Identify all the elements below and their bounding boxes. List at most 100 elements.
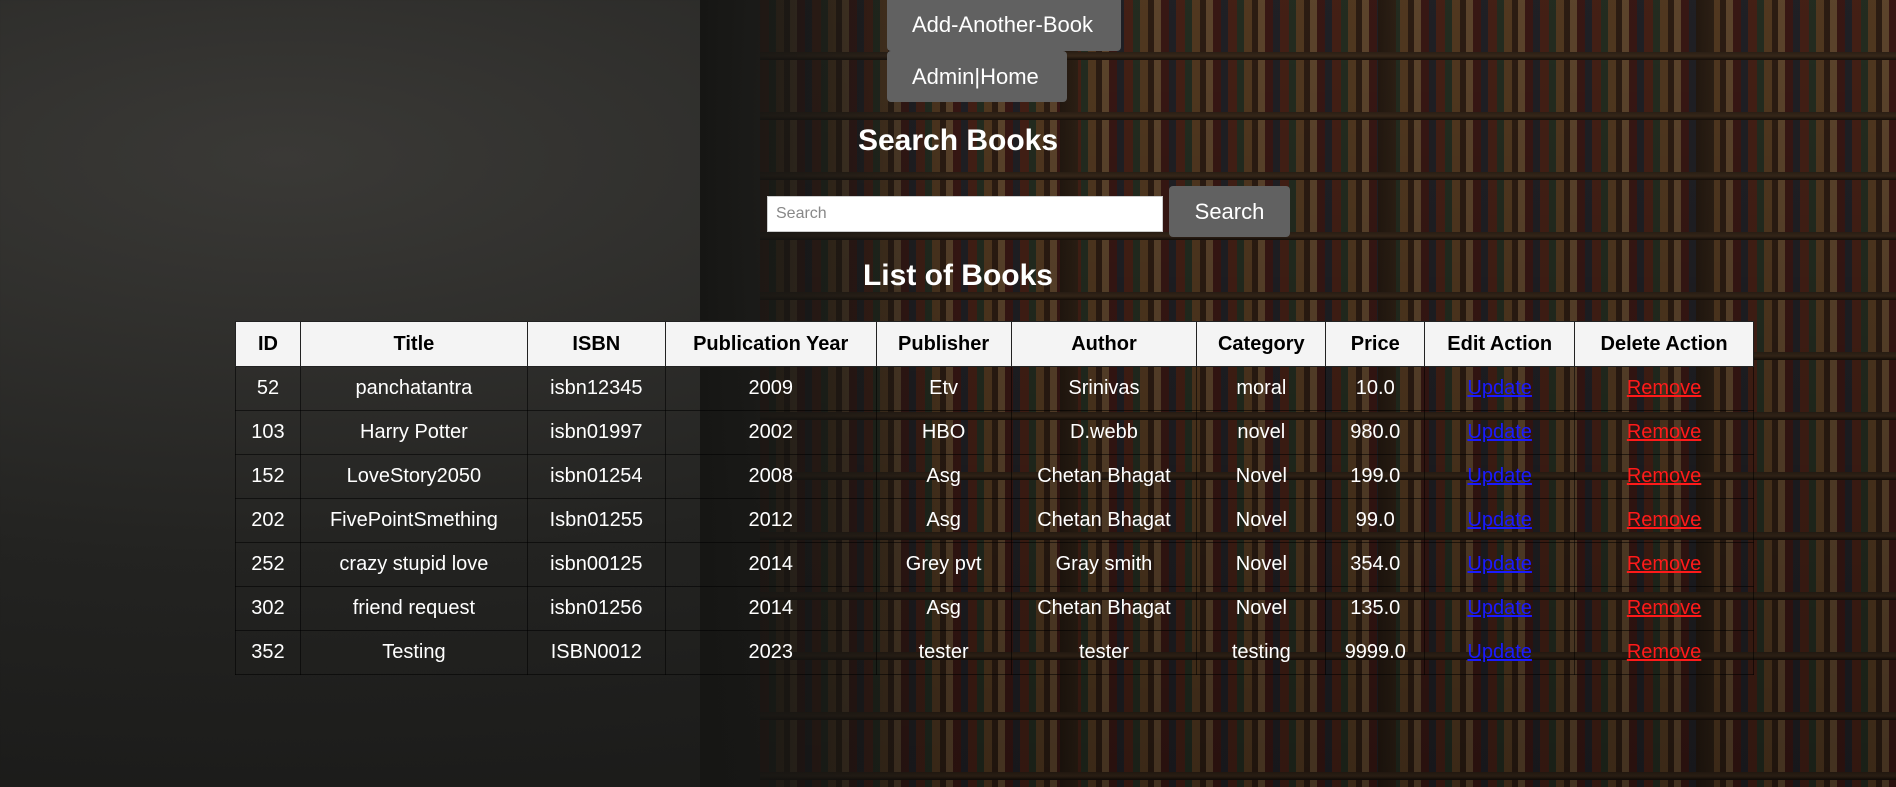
remove-link[interactable]: Remove [1627,553,1701,575]
column-header: ID [235,321,301,367]
cell-title: panchatantra [299,366,528,411]
cell-author: D.webb [1010,410,1198,455]
remove-link[interactable]: Remove [1627,465,1701,487]
table-row: 152 LoveStory2050 isbn01254 2008 Asg Chetan B… [235,454,1754,499]
cell-edit-action: Update [1424,366,1576,411]
column-header: Edit Action [1424,321,1576,367]
table-row: 52 panchatantra isbn12345 2009 Etv Srinivas mo… [235,366,1754,411]
update-link[interactable]: Update [1467,377,1532,399]
cell-author: Chetan Bhagat [1010,454,1198,499]
remove-link[interactable]: Remove [1627,597,1701,619]
column-header: Publication Year [664,321,877,367]
remove-link[interactable]: Remove [1627,509,1701,531]
cell-publisher: HBO [875,410,1012,455]
cell-isbn: isbn12345 [526,366,666,411]
cell-category: Novel [1196,586,1327,631]
column-header: Title [299,321,528,367]
cell-id: 52 [235,366,301,411]
cell-id: 202 [235,498,301,543]
cell-isbn: isbn01997 [526,410,666,455]
update-link[interactable]: Update [1467,641,1532,663]
cell-author: Chetan Bhagat [1010,498,1198,543]
cell-id: 252 [235,542,301,587]
search-button[interactable]: Search [1169,186,1290,237]
cell-year: 2012 [664,498,877,543]
cell-year: 2014 [664,542,877,587]
cell-year: 2002 [664,410,877,455]
cell-publisher: tester [875,630,1012,675]
cell-delete-action: Remove [1574,630,1754,675]
cell-delete-action: Remove [1574,366,1754,411]
cell-publisher: Etv [875,366,1012,411]
add-another-book-button[interactable]: Add-Another-Book [887,0,1121,51]
cell-delete-action: Remove [1574,498,1754,543]
cell-price: 99.0 [1325,498,1426,543]
search-books-heading: Search Books [857,124,1059,157]
cell-isbn: isbn00125 [526,542,666,587]
cell-isbn: isbn01254 [526,454,666,499]
cell-author: tester [1010,630,1198,675]
books-table: ID Title ISBN Publication Year Publisher Auth… [235,321,1754,675]
admin-home-button[interactable]: Admin|Home [887,51,1067,102]
cell-delete-action: Remove [1574,410,1754,455]
cell-edit-action: Update [1424,410,1576,455]
cell-publisher: Asg [875,454,1012,499]
cell-delete-action: Remove [1574,586,1754,631]
cell-year: 2023 [664,630,877,675]
cell-edit-action: Update [1424,586,1576,631]
column-header: Category [1196,321,1327,367]
cell-publisher: Asg [875,586,1012,631]
cell-category: moral [1196,366,1327,411]
cell-publisher: Grey pvt [875,542,1012,587]
table-row: 352 Testing ISBN0012 2023 tester tester testin… [235,630,1754,675]
cell-price: 135.0 [1325,586,1426,631]
cell-edit-action: Update [1424,498,1576,543]
column-header: Publisher [875,321,1012,367]
cell-author: Chetan Bhagat [1010,586,1198,631]
cell-price: 980.0 [1325,410,1426,455]
cell-price: 354.0 [1325,542,1426,587]
cell-year: 2008 [664,454,877,499]
update-link[interactable]: Update [1467,421,1532,443]
column-header: Price [1325,321,1426,367]
column-header: Author [1010,321,1198,367]
cell-id: 302 [235,586,301,631]
cell-id: 103 [235,410,301,455]
cell-category: Novel [1196,454,1327,499]
cell-title: Testing [299,630,528,675]
cell-year: 2014 [664,586,877,631]
cell-title: friend request [299,586,528,631]
remove-link[interactable]: Remove [1627,641,1701,663]
update-link[interactable]: Update [1467,597,1532,619]
cell-title: FivePointSmething [299,498,528,543]
list-of-books-heading: List of Books [862,259,1053,292]
cell-delete-action: Remove [1574,454,1754,499]
update-link[interactable]: Update [1467,465,1532,487]
remove-link[interactable]: Remove [1627,421,1701,443]
cell-category: Novel [1196,542,1327,587]
table-row: 302 friend request isbn01256 2014 Asg Chetan … [235,586,1754,631]
cell-id: 152 [235,454,301,499]
cell-title: Harry Potter [299,410,528,455]
cell-delete-action: Remove [1574,542,1754,587]
cell-publisher: Asg [875,498,1012,543]
column-header: Delete Action [1574,321,1754,367]
cell-category: novel [1196,410,1327,455]
cell-price: 10.0 [1325,366,1426,411]
table-row: 202 FivePointSmething Isbn01255 2012 Asg Chet… [235,498,1754,543]
cell-edit-action: Update [1424,630,1576,675]
remove-link[interactable]: Remove [1627,377,1701,399]
cell-price: 9999.0 [1325,630,1426,675]
cell-edit-action: Update [1424,542,1576,587]
table-body: 52 panchatantra isbn12345 2009 Etv Srinivas mo… [235,366,1754,675]
column-header: ISBN [526,321,666,367]
search-input[interactable] [767,196,1163,232]
table-row: 103 Harry Potter isbn01997 2002 HBO D.webb nov… [235,410,1754,455]
update-link[interactable]: Update [1467,553,1532,575]
cell-year: 2009 [664,366,877,411]
cell-title: crazy stupid love [299,542,528,587]
cell-title: LoveStory2050 [299,454,528,499]
cell-id: 352 [235,630,301,675]
table-header-row: ID Title ISBN Publication Year Publisher Auth… [235,321,1754,367]
update-link[interactable]: Update [1467,509,1532,531]
